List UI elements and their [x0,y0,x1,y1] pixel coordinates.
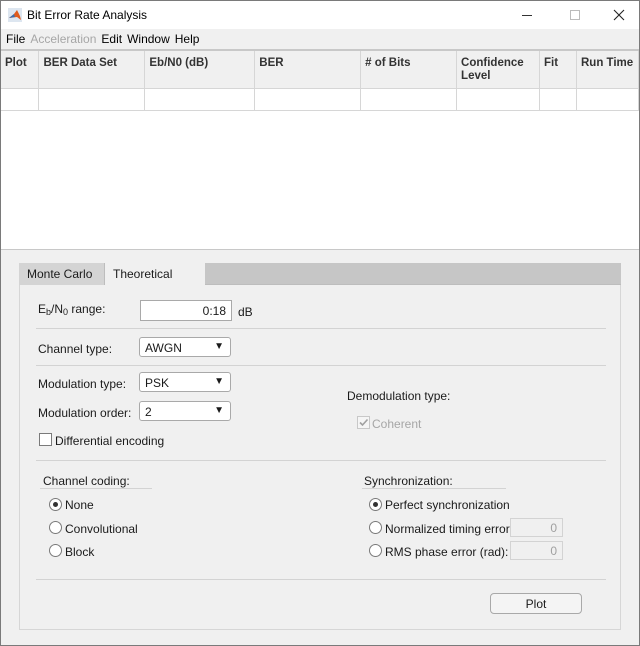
plot-button[interactable]: Plot [490,593,582,614]
channel-type-label: Channel type: [38,342,113,356]
tab-monte-carlo[interactable]: Monte Carlo [19,263,105,285]
ebno-unit-label: dB [238,305,253,319]
divider [36,460,606,461]
sync-perfect-label[interactable]: Perfect synchronization [385,498,510,512]
column-header-fit[interactable]: Fit [539,51,577,89]
channel-coding-label: Channel coding: [43,474,130,488]
radio-sync-timing[interactable] [369,521,382,534]
channel-type-dropdown[interactable]: AWGN ▼ [139,337,231,357]
group-divider [40,488,152,489]
table-row[interactable] [1,88,640,111]
synchronization-label: Synchronization: [364,474,453,488]
group-divider [362,488,506,489]
menu-edit[interactable]: Edit [101,32,122,46]
table-cell[interactable] [360,88,458,111]
menu-help[interactable]: Help [175,32,200,46]
dropdown-arrow-icon: ▼ [214,405,224,416]
divider [36,328,606,329]
divider [36,365,606,366]
window-title: Bit Error Rate Analysis [27,8,148,22]
coherent-label: Coherent [372,417,422,431]
checkmark-icon [359,418,369,427]
menu-file[interactable]: File [6,32,25,46]
close-icon [613,9,625,21]
minimize-icon [522,14,532,16]
phase-error-input: 0 [510,541,563,560]
modulation-type-dropdown[interactable]: PSK ▼ [139,372,231,392]
close-button[interactable] [597,1,640,29]
modulation-order-dropdown[interactable]: 2 ▼ [139,401,231,421]
channel-type-value: AWGN [145,341,182,355]
differential-encoding-checkbox[interactable] [39,433,52,446]
tab-theoretical[interactable]: Theoretical [105,263,205,286]
table-cell[interactable] [254,88,362,111]
ber-results-table[interactable]: Plot BER Data Set Eb/N0 (dB) BER # of Bi… [1,49,640,250]
modulation-order-label: Modulation order: [38,406,132,420]
ebno-label-e: E [38,302,47,316]
demodulation-type-label: Demodulation type: [347,389,451,403]
menu-acceleration: Acceleration [30,31,97,46]
title-bar[interactable]: Bit Error Rate Analysis [1,1,639,29]
timing-error-input: 0 [510,518,563,537]
radio-coding-convolutional[interactable] [49,521,62,534]
dropdown-arrow-icon: ▼ [214,376,224,387]
radio-sync-perfect[interactable] [369,498,382,511]
ebno-range-label: Eb/N0 range: [38,302,105,317]
maximize-icon [570,10,580,20]
modulation-type-value: PSK [145,376,170,390]
radio-coding-block[interactable] [49,544,62,557]
table-cell[interactable] [1,88,40,111]
table-cell[interactable] [456,88,541,111]
matlab-icon [8,8,22,22]
radio-coding-none[interactable] [49,498,62,511]
column-header-plot[interactable]: Plot [1,51,40,89]
menu-window[interactable]: Window [127,32,170,46]
modulation-type-label: Modulation type: [38,377,127,391]
dropdown-arrow-icon: ▼ [214,341,224,352]
coding-none-label[interactable]: None [65,498,94,512]
ber-analysis-window: Bit Error Rate Analysis File Acceleratio… [0,0,640,646]
table-cell[interactable] [539,88,577,111]
maximize-button[interactable] [553,1,597,29]
theoretical-panel: Eb/N0 range: 0:18 dB Channel type: AWGN … [19,285,621,630]
sync-phase-label[interactable]: RMS phase error (rad): [385,545,508,559]
ebno-range-input[interactable]: 0:18 [140,300,232,321]
ebno-label-n: /N [51,302,64,316]
modulation-order-value: 2 [145,405,152,419]
table-cell[interactable] [38,88,146,111]
column-header-ebno[interactable]: Eb/N0 (dB) [144,51,256,89]
column-header-run-time[interactable]: Run Time [576,51,640,89]
column-header-ber-data-set[interactable]: BER Data Set [38,51,146,89]
menu-bar: File Acceleration Edit Window Help [1,29,639,48]
table-header-row: Plot BER Data Set Eb/N0 (dB) BER # of Bi… [1,51,640,89]
radio-sync-phase[interactable] [369,544,382,557]
sync-timing-label[interactable]: Normalized timing error: [385,522,513,536]
coding-convolutional-label[interactable]: Convolutional [65,522,138,536]
coding-block-label[interactable]: Block [65,545,94,559]
coherent-checkbox [357,416,370,429]
differential-encoding-label[interactable]: Differential encoding [55,434,164,448]
analysis-tabs: Monte Carlo Theoretical [19,263,621,286]
divider [36,579,606,580]
column-header-confidence-level[interactable]: Confidence Level [456,51,541,89]
table-cell[interactable] [144,88,256,111]
ebno-label-suffix: range: [68,302,106,316]
column-header-num-bits[interactable]: # of Bits [360,51,458,89]
table-cell[interactable] [576,88,640,111]
column-header-ber[interactable]: BER [254,51,362,89]
minimize-button[interactable] [505,1,549,29]
